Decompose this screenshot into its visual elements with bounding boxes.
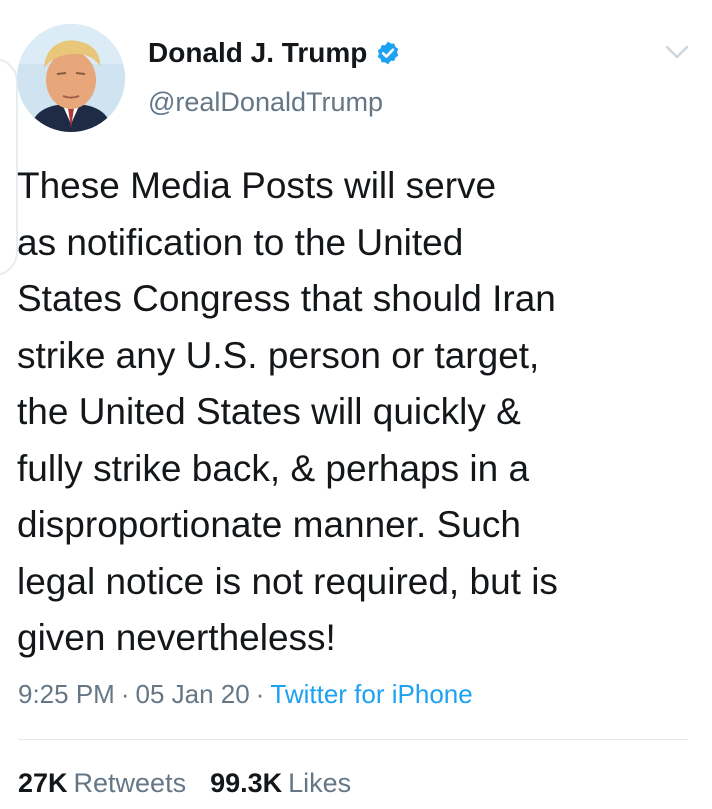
meta-separator: · [120, 679, 130, 709]
retweets-count: 27K [18, 768, 68, 798]
tweet-meta: 9:25 PM · 05 Jan 20 · Twitter for iPhone [18, 676, 473, 712]
divider [18, 739, 688, 740]
tweet-text: These Media Posts will serve as notifica… [17, 165, 558, 658]
verified-badge-icon [375, 40, 401, 66]
tweet-date[interactable]: 05 Jan 20 [136, 679, 250, 709]
retweets-stat[interactable]: 27K Retweets [18, 768, 186, 798]
tweet-time[interactable]: 9:25 PM [18, 679, 115, 709]
author-header: Donald J. Trump @realDonaldTrump [148, 36, 401, 118]
likes-label: Likes [288, 768, 352, 798]
retweets-label: Retweets [73, 768, 187, 798]
likes-count: 99.3K [210, 768, 283, 798]
profile-photo-icon [17, 24, 125, 132]
side-panel-edge[interactable] [0, 58, 18, 276]
avatar[interactable] [17, 24, 125, 132]
tweet-stats: 27K Retweets 99.3K Likes [18, 765, 351, 801]
tweet-source-link[interactable]: Twitter for iPhone [270, 679, 472, 709]
author-handle[interactable]: @realDonaldTrump [148, 87, 401, 118]
meta-separator: · [255, 679, 265, 709]
likes-stat[interactable]: 99.3K Likes [210, 768, 351, 798]
author-display-name[interactable]: Donald J. Trump [148, 37, 367, 69]
chevron-down-icon[interactable] [664, 42, 690, 62]
display-name-row: Donald J. Trump [148, 36, 401, 70]
